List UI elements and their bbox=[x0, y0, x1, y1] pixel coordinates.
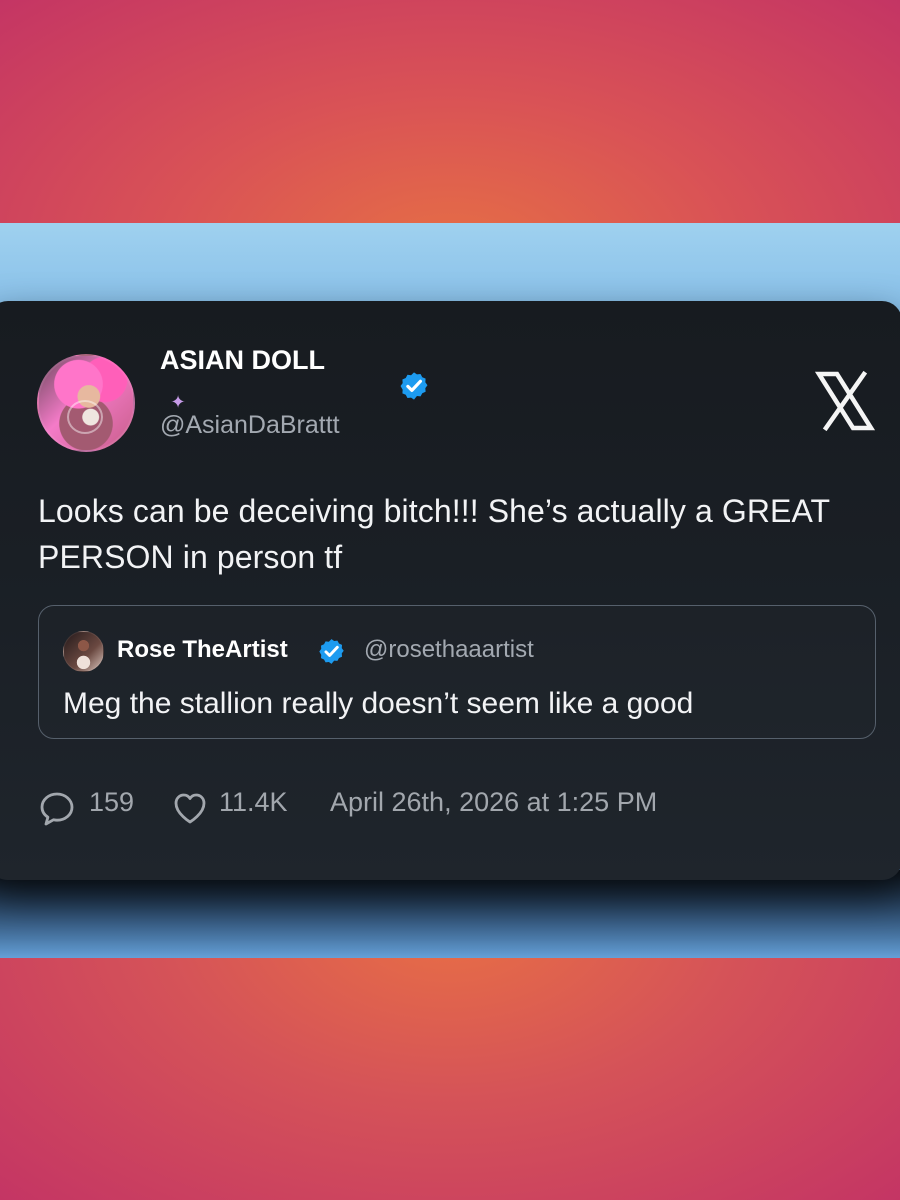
author-avatar[interactable] bbox=[37, 354, 135, 452]
quoted-author-avatar[interactable] bbox=[63, 631, 104, 672]
quoted-author-name[interactable]: Rose TheArtist bbox=[117, 635, 288, 665]
tweet-text: Looks can be deceiving bitch!!! She’s ac… bbox=[38, 493, 830, 575]
tweet-timestamp: April 26th, 2026 at 1:25 PM bbox=[330, 787, 658, 817]
heart-icon[interactable] bbox=[171, 789, 209, 827]
quoted-verified-badge-icon bbox=[319, 639, 344, 664]
card-shadow-band bbox=[0, 870, 900, 958]
author-handle[interactable]: @AsianDaBrattt bbox=[160, 408, 340, 442]
x-logo-icon[interactable] bbox=[814, 369, 876, 433]
quoted-tweet-card[interactable]: Rose TheArtist @rosethaaartist Meg the s… bbox=[38, 605, 876, 739]
comment-count: 159 bbox=[89, 787, 135, 817]
tweet-screenshot-page: ASIAN DOLL ✦ @AsianDaBrattt Looks can be… bbox=[0, 0, 900, 1200]
author-name[interactable]: ASIAN DOLL bbox=[160, 343, 325, 377]
bottom-gradient-band bbox=[0, 958, 900, 1200]
comment-icon[interactable] bbox=[38, 789, 76, 827]
quoted-tweet-text: Meg the stallion really doesn’t seem lik… bbox=[63, 687, 694, 738]
top-gradient-band bbox=[0, 0, 900, 223]
quoted-author-handle[interactable]: @rosethaaartist bbox=[364, 635, 534, 665]
verified-badge-icon bbox=[400, 372, 428, 400]
like-count: 11.4K bbox=[219, 787, 288, 817]
